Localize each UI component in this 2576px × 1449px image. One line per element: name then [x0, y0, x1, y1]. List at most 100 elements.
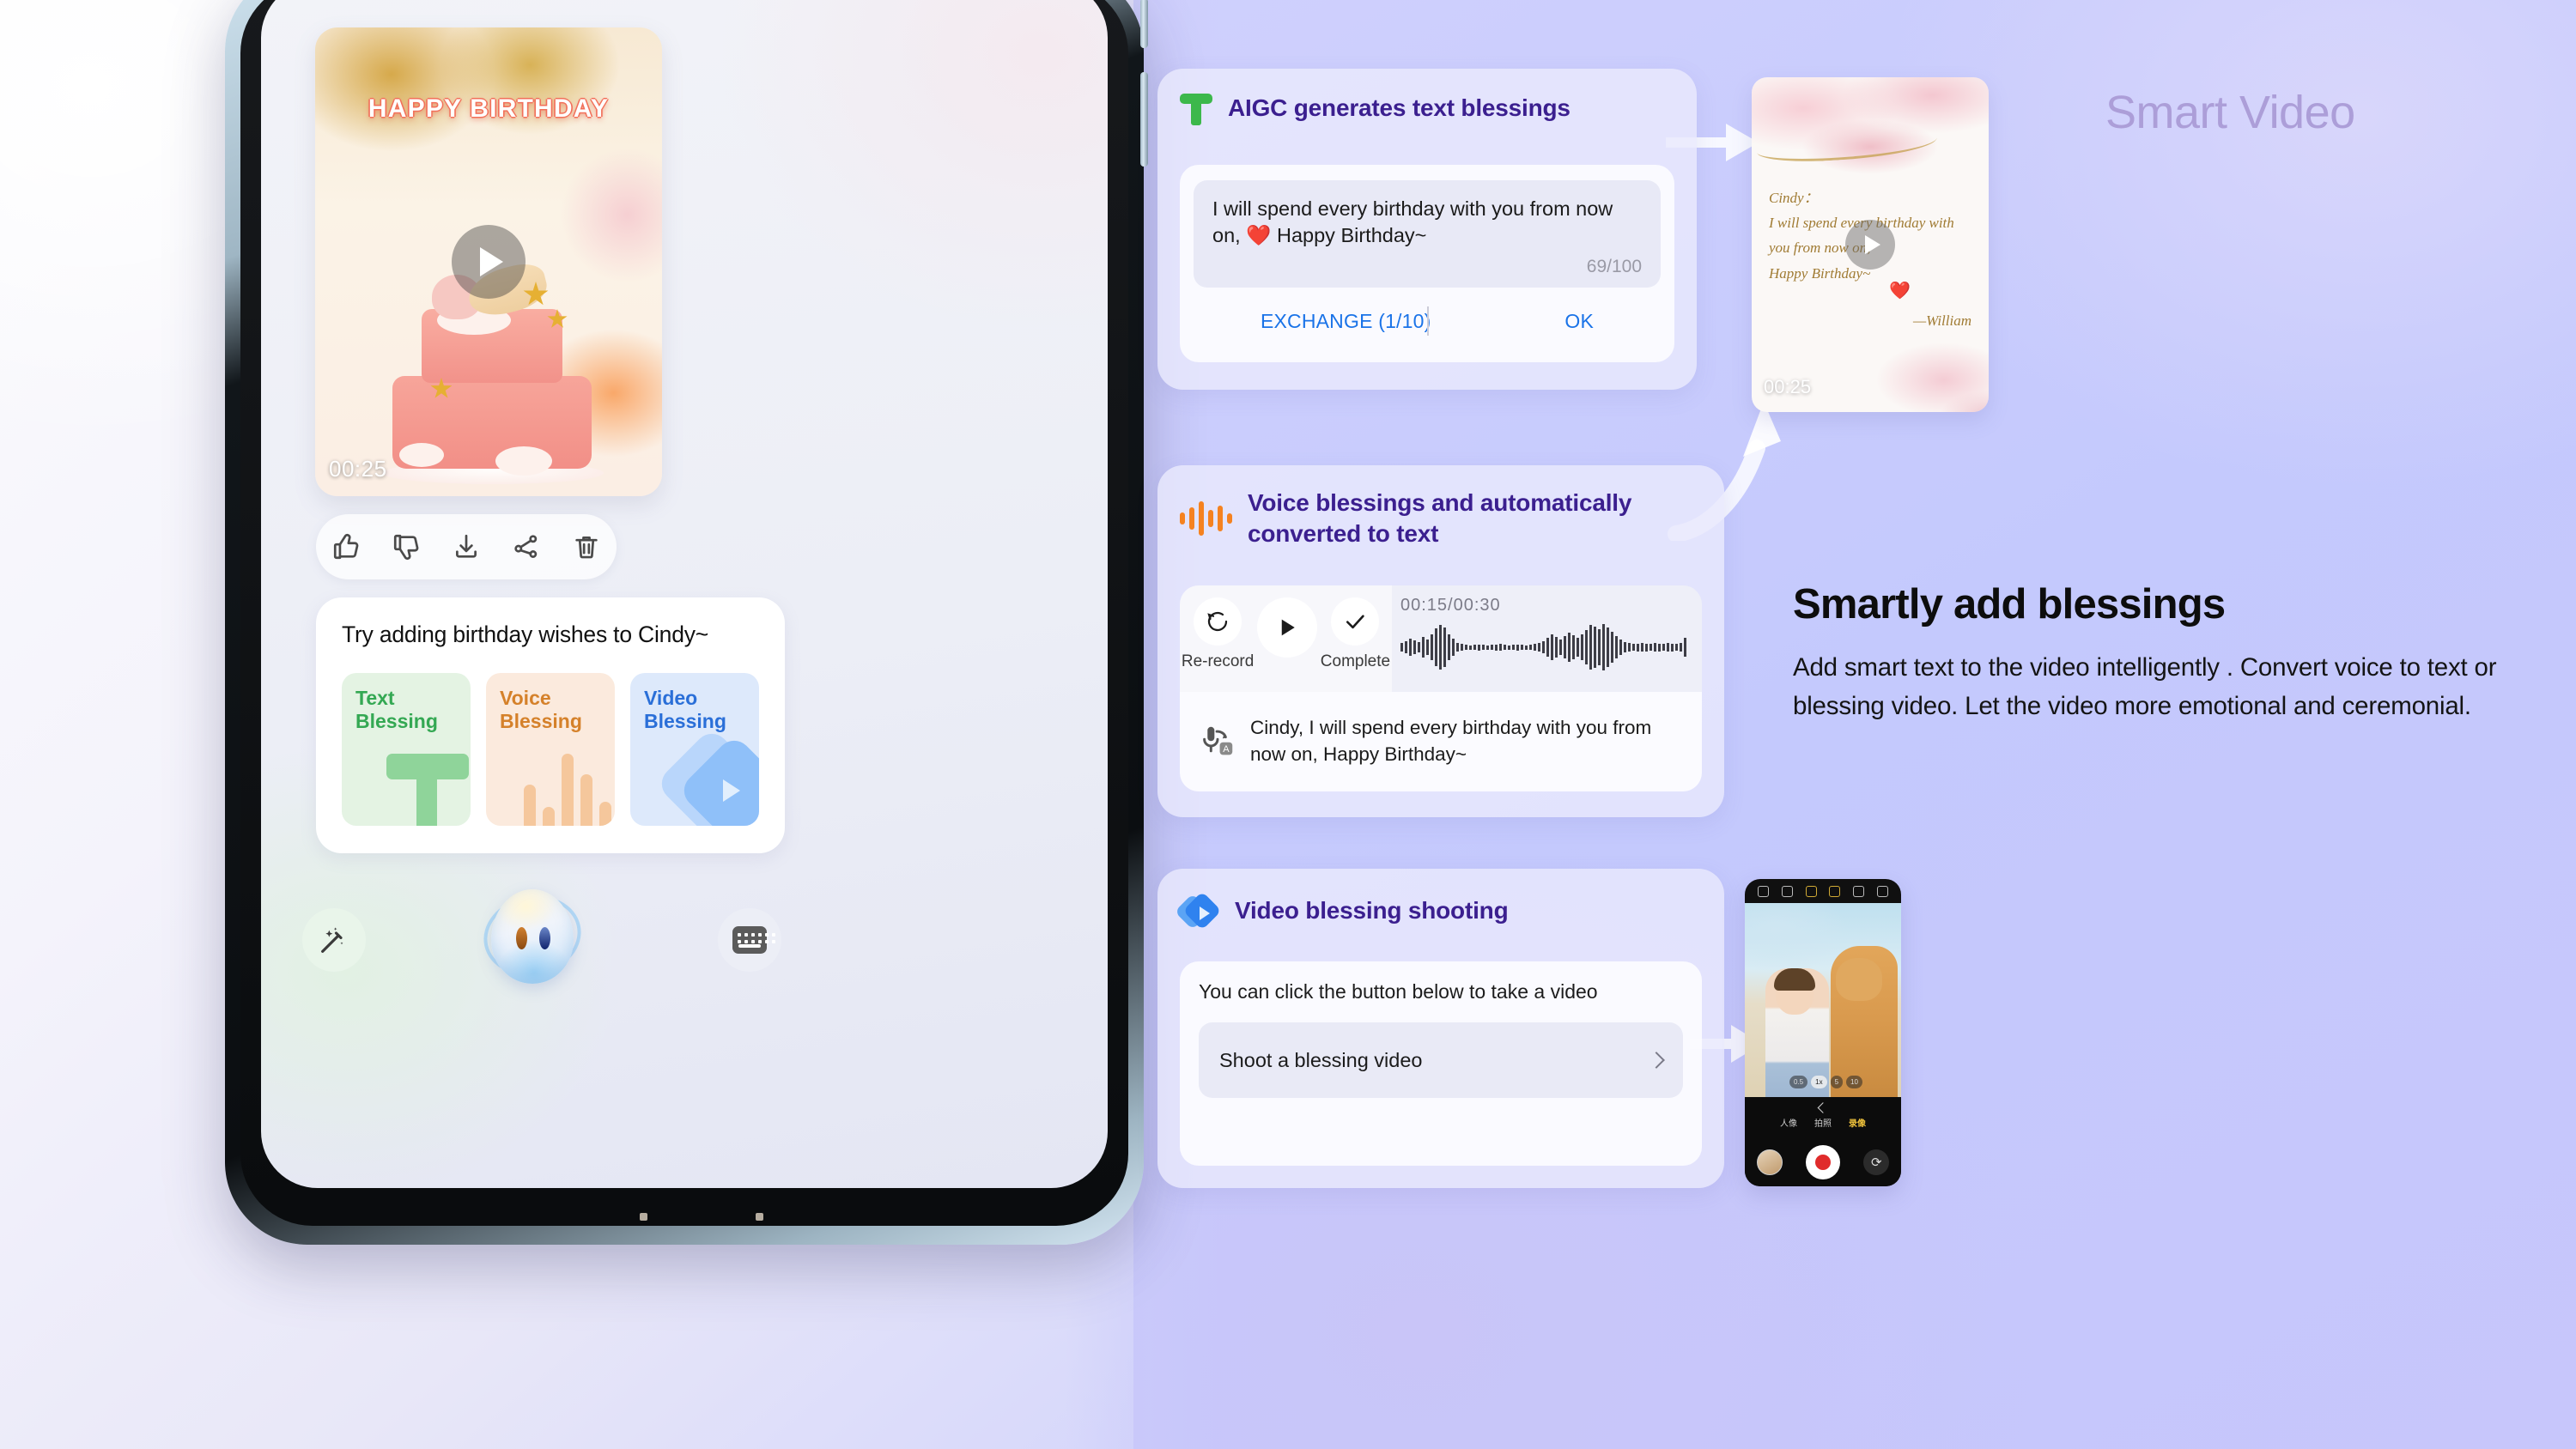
- voice-body: Re-record Complete 00:15/00:30 A Cindy, …: [1180, 585, 1702, 791]
- aigc-text-field[interactable]: I will spend every birthday with you fro…: [1194, 180, 1661, 288]
- text-t-icon: [1180, 91, 1212, 125]
- video-diamond-glyph: [654, 726, 759, 826]
- voice-controls: Re-record Complete: [1180, 585, 1392, 692]
- beauty-icon[interactable]: [1852, 885, 1864, 897]
- assistant-orb-icon[interactable]: [476, 887, 589, 985]
- blessing-label-line2: Blessing: [355, 710, 438, 733]
- copy-body: Add smart text to the video intelligentl…: [1793, 653, 2497, 720]
- share-icon[interactable]: [507, 528, 545, 566]
- phone-speaker-grille: [755, 1213, 763, 1221]
- phone-side-button-volume[interactable]: [1140, 0, 1148, 48]
- blessing-label-line2: Blessing: [644, 710, 726, 733]
- voice-meter: 00:15/00:30: [1392, 585, 1702, 692]
- blessing-label-line1: Video: [644, 687, 698, 709]
- blessing-label-line1: Voice: [500, 687, 551, 709]
- play-icon: [1257, 597, 1318, 658]
- flash-off-icon[interactable]: [1758, 885, 1770, 897]
- screenshot-stage: HAPPY BIRTHDAY 00:25 Try adding birthday…: [0, 0, 2576, 1449]
- preview-salutation: Cindy：: [1769, 190, 1819, 206]
- person-hair: [1774, 968, 1815, 991]
- filter-icon[interactable]: [1781, 885, 1793, 897]
- heart-icon: ❤️: [1889, 282, 1911, 300]
- phone-screen: HAPPY BIRTHDAY 00:25 Try adding birthday…: [261, 0, 1108, 1188]
- blessing-option-text[interactable]: Text Blessing: [342, 673, 471, 826]
- card-title: Voice blessings and automatically conver…: [1248, 489, 1632, 547]
- play-icon[interactable]: [452, 225, 526, 299]
- voice-transcript-row: A Cindy, I will spend every birthday wit…: [1180, 692, 1702, 791]
- aigc-actions: EXCHANGE (1/10) OK: [1194, 306, 1661, 336]
- shoot-hint: You can click the button below to take a…: [1199, 980, 1598, 1003]
- rerecord-icon: [1194, 597, 1242, 646]
- blessing-label-line1: Text: [355, 687, 395, 709]
- zoom-level-1x[interactable]: 1x: [1811, 1076, 1827, 1088]
- card-header: AIGC generates text blessings: [1180, 91, 1674, 125]
- card-aigc-text-blessings: AIGC generates text blessings I will spe…: [1157, 69, 1697, 390]
- preview-signature: —William: [1912, 312, 1971, 329]
- voice-waveform-icon: [1180, 500, 1232, 537]
- mic-to-text-icon: A: [1199, 723, 1236, 761]
- thumbs-down-icon[interactable]: [387, 528, 425, 566]
- camera-toolbar: [1745, 879, 1901, 903]
- thumbs-up-icon[interactable]: [327, 528, 365, 566]
- camera-shutter-row: ⟳: [1745, 1145, 1901, 1179]
- hdr-icon[interactable]: [1829, 885, 1841, 897]
- camera-mode-录像[interactable]: 录像: [1849, 1116, 1866, 1129]
- camera-mode-人像[interactable]: 人像: [1780, 1116, 1797, 1129]
- complete-button[interactable]: Complete: [1321, 597, 1390, 671]
- svg-text:A: A: [1223, 744, 1230, 755]
- shoot-blessing-video-button[interactable]: Shoot a blessing video: [1199, 1022, 1683, 1098]
- video-duration: 00:25: [329, 456, 387, 482]
- trash-icon[interactable]: [568, 528, 605, 566]
- video-thumbnail[interactable]: HAPPY BIRTHDAY 00:25: [315, 27, 662, 496]
- shoot-button-label: Shoot a blessing video: [1219, 1048, 1423, 1071]
- download-icon[interactable]: [447, 528, 485, 566]
- phone-bezel: HAPPY BIRTHDAY 00:25 Try adding birthday…: [240, 0, 1128, 1226]
- aigc-generated-text: I will spend every birthday with you fro…: [1212, 197, 1613, 247]
- camera-app-preview[interactable]: 0.5 1x 5 10 人像 拍照 录像 ⟳: [1745, 879, 1901, 1186]
- aigc-char-counter: 69/100: [1586, 256, 1642, 276]
- ai-icon[interactable]: [1805, 885, 1817, 897]
- settings-icon[interactable]: [1876, 885, 1888, 897]
- action-divider: [1427, 306, 1429, 336]
- zoom-selector[interactable]: 0.5 1x 5 10: [1789, 1076, 1862, 1088]
- exchange-button[interactable]: EXCHANGE (1/10): [1261, 310, 1431, 333]
- chevron-right-icon: [1648, 1052, 1665, 1069]
- birthday-cake-image: [382, 258, 604, 489]
- phone-side-button-power[interactable]: [1140, 72, 1148, 167]
- suggestion-title: Try adding birthday wishes to Cindy~: [342, 621, 709, 647]
- ok-button[interactable]: OK: [1564, 310, 1594, 333]
- greeting-video-preview[interactable]: Cindy： I will spend every birthday with …: [1752, 77, 1989, 412]
- blessing-option-video[interactable]: Video Blessing: [630, 673, 759, 826]
- zoom-level-10[interactable]: 10: [1846, 1076, 1862, 1088]
- decorative-wash: [1843, 326, 1989, 412]
- camera-mode-拍照[interactable]: 拍照: [1814, 1116, 1832, 1129]
- blessing-label-line2: Blessing: [500, 710, 582, 733]
- gallery-thumbnail[interactable]: [1756, 1149, 1783, 1175]
- camera-controls-bar: 人像 拍照 录像 ⟳: [1745, 1097, 1901, 1186]
- zoom-level-5[interactable]: 5: [1830, 1076, 1844, 1088]
- voice-time: 00:15/00:30: [1400, 596, 1501, 615]
- shoot-body: You can click the button below to take a…: [1180, 961, 1702, 1166]
- marketing-copy: Smartly add blessings Add smart text to …: [1793, 580, 2549, 726]
- voice-transcript: Cindy, I will spend every birthday with …: [1250, 717, 1652, 765]
- zoom-level-0.5[interactable]: 0.5: [1789, 1076, 1808, 1088]
- blessing-suggestion-card: Try adding birthday wishes to Cindy~ Tex…: [316, 597, 785, 853]
- waveform-glyph: [524, 754, 611, 826]
- rerecord-button[interactable]: Re-record: [1182, 597, 1254, 671]
- card-voice-blessings: Voice blessings and automatically conver…: [1157, 465, 1724, 817]
- record-button[interactable]: [1805, 1145, 1840, 1179]
- copy-heading: Smartly add blessings: [1793, 581, 2226, 627]
- video-diamond-icon: [1174, 891, 1222, 931]
- flip-camera-icon[interactable]: ⟳: [1863, 1149, 1890, 1175]
- rerecord-label: Re-record: [1181, 652, 1255, 670]
- phone-device: HAPPY BIRTHDAY 00:25 Try adding birthday…: [225, 0, 1148, 1245]
- preview-duration: 00:25: [1764, 376, 1812, 397]
- voice-play-button[interactable]: [1257, 597, 1318, 658]
- magic-wand-icon[interactable]: [302, 908, 366, 972]
- complete-label: Complete: [1320, 652, 1391, 670]
- blessing-option-voice[interactable]: Voice Blessing: [486, 673, 615, 826]
- dog-head: [1836, 958, 1882, 1001]
- play-icon[interactable]: [1845, 220, 1895, 270]
- phone-speaker-grille: [640, 1213, 648, 1221]
- keyboard-icon[interactable]: [718, 908, 781, 972]
